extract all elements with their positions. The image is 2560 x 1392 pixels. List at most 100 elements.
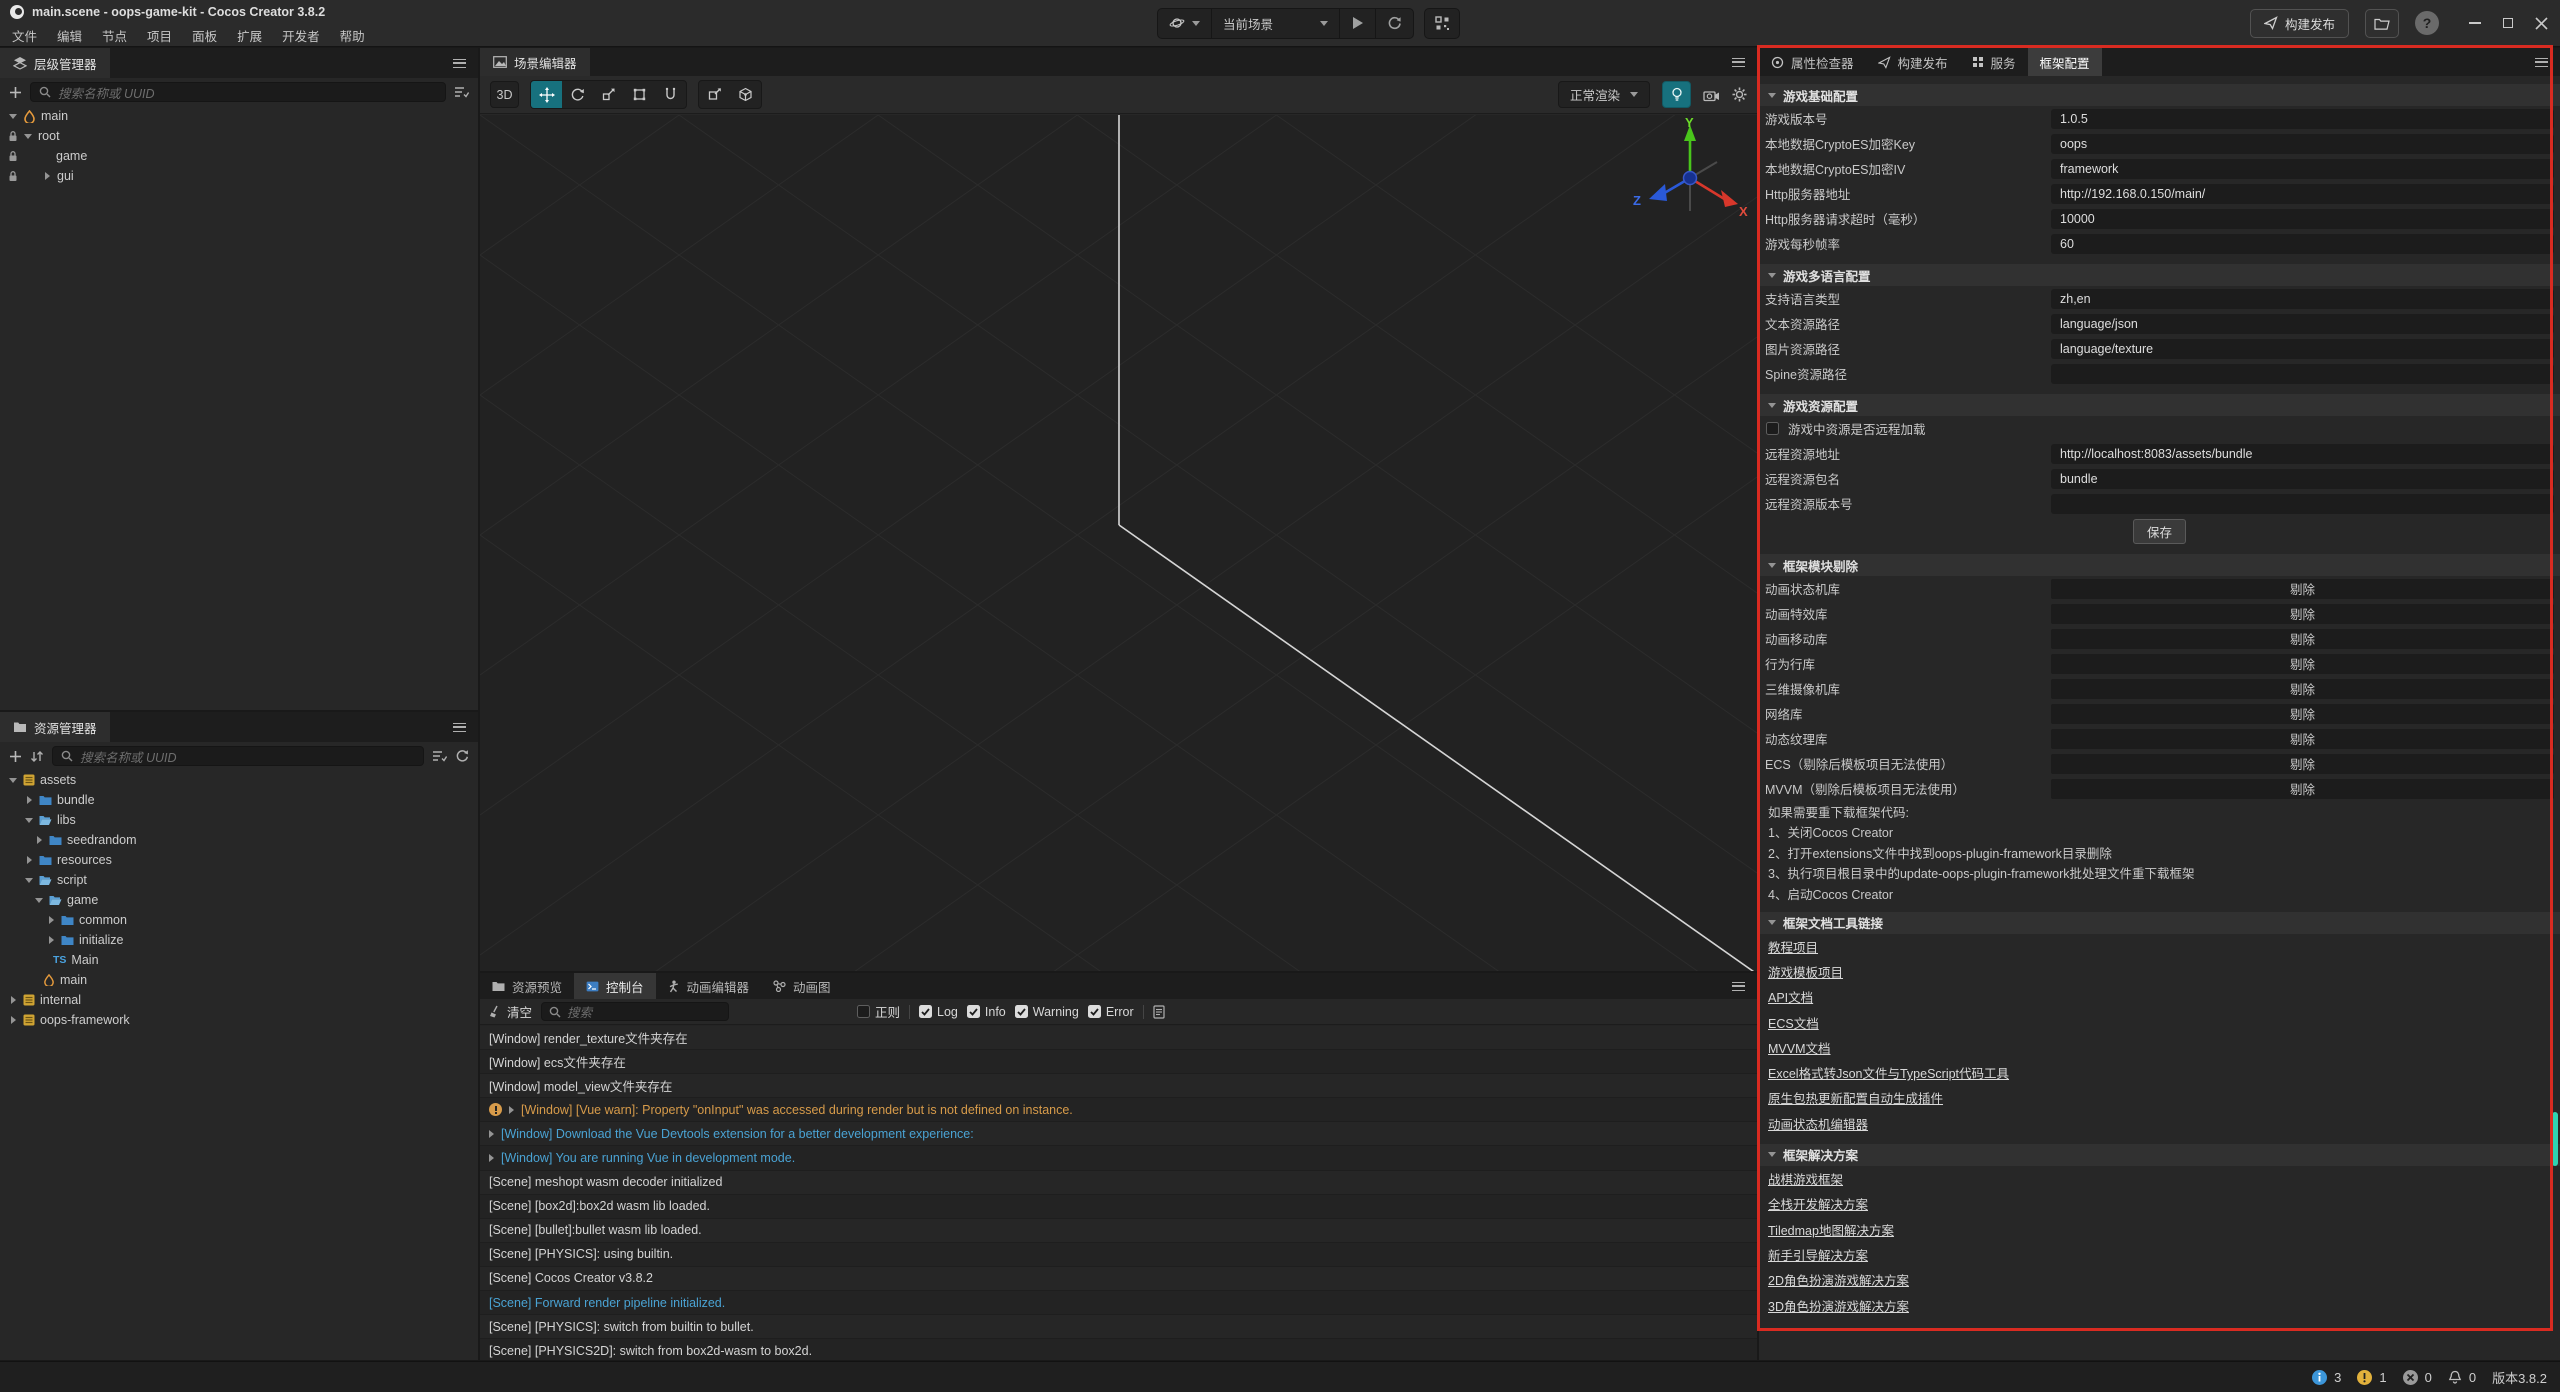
trim-button[interactable]: 剔除	[2051, 754, 2554, 774]
log-row[interactable]: [Scene] [PHYSICS]: switch from builtin t…	[480, 1315, 1757, 1339]
link-mvvm-docs[interactable]: MVVM文档	[1759, 1035, 2560, 1060]
scene-menu-icon[interactable]	[1732, 58, 1745, 67]
link-guide-solution[interactable]: 新手引导解决方案	[1759, 1242, 2560, 1267]
console-log-list[interactable]: [Window] render_texture文件夹存在 [Window] ec…	[480, 1026, 1757, 1360]
menu-panel[interactable]: 面板	[182, 26, 227, 45]
hierarchy-search-input[interactable]: 搜索名称或 UUID	[30, 82, 446, 102]
hierarchy-tab[interactable]: 层级管理器	[0, 48, 110, 78]
assets-tab[interactable]: 资源管理器	[0, 712, 110, 742]
hierarchy-node-game[interactable]: game	[0, 146, 478, 166]
info-log-row[interactable]: [Window] Download the Vue Devtools exten…	[480, 1122, 1757, 1146]
section-language-config[interactable]: 游戏多语言配置	[1759, 264, 2560, 286]
link-tiledmap-solution[interactable]: Tiledmap地图解决方案	[1759, 1216, 2560, 1241]
tab-framework-config[interactable]: 框架配置	[2028, 48, 2102, 76]
log-row[interactable]: [Scene] [PHYSICS2D]: switch from box2d-w…	[480, 1339, 1757, 1360]
trim-button[interactable]: 剔除	[2051, 704, 2554, 724]
error-count-icon[interactable]	[2403, 1370, 2418, 1385]
hierarchy-menu-icon[interactable]	[453, 59, 466, 68]
log-row[interactable]: [Scene] [box2d]:box2d wasm lib loaded.	[480, 1195, 1757, 1219]
menu-edit[interactable]: 编辑	[47, 26, 92, 45]
asset-row-initialize[interactable]: initialize	[0, 930, 478, 950]
filter-log-checkbox[interactable]: Log	[919, 1005, 958, 1019]
filter-icon[interactable]	[454, 86, 469, 98]
assets-menu-icon[interactable]	[453, 723, 466, 732]
scene-editor-tab[interactable]: 场景编辑器	[480, 48, 590, 76]
trim-button[interactable]: 剔除	[2051, 629, 2554, 649]
log-file-icon[interactable]	[1153, 1005, 1165, 1019]
scale-tool-button[interactable]	[593, 81, 624, 108]
asset-row-seedrandom[interactable]: seedrandom	[0, 830, 478, 850]
asset-row-resources[interactable]: resources	[0, 850, 478, 870]
link-ecs-docs[interactable]: ECS文档	[1759, 1009, 2560, 1034]
info-log-row[interactable]: [Scene] Forward render pipeline initiali…	[480, 1291, 1757, 1315]
http-server-input[interactable]: http://192.168.0.150/main/	[2051, 184, 2554, 204]
remote-url-input[interactable]: http://localhost:8083/assets/bundle	[2051, 444, 2554, 464]
axis-gizmo[interactable]: Y X Z	[1625, 115, 1755, 245]
link-api-docs[interactable]: API文档	[1759, 984, 2560, 1009]
regex-checkbox[interactable]: 正则	[857, 1002, 900, 1021]
remote-version-input[interactable]	[2051, 494, 2554, 514]
coordinate-space-button[interactable]	[730, 81, 761, 108]
toggle-2d-3d-button[interactable]: 3D	[490, 81, 519, 108]
filter-icon[interactable]	[432, 750, 447, 762]
section-resource-config[interactable]: 游戏资源配置	[1759, 394, 2560, 416]
filter-error-checkbox[interactable]: Error	[1088, 1005, 1134, 1019]
crypto-key-input[interactable]: oops	[2051, 134, 2554, 154]
section-game-base-config[interactable]: 游戏基础配置	[1759, 84, 2560, 106]
link-tutorial-project[interactable]: 教程项目	[1759, 934, 2560, 959]
asset-row-main-scene[interactable]: main	[0, 970, 478, 990]
lighting-toggle-button[interactable]	[1662, 81, 1691, 108]
asset-row-script[interactable]: script	[0, 870, 478, 890]
link-hotupdate-plugin[interactable]: 原生包热更新配置自动生成插件	[1759, 1085, 2560, 1110]
minimize-button[interactable]	[2469, 22, 2481, 24]
gear-icon[interactable]	[1732, 87, 1747, 102]
link-fullstack-solution[interactable]: 全栈开发解决方案	[1759, 1191, 2560, 1216]
move-tool-button[interactable]	[531, 81, 562, 108]
scene-select-dropdown[interactable]: 当前场景	[1212, 9, 1340, 38]
expand-chevron-icon[interactable]	[489, 1154, 494, 1162]
expand-chevron-icon[interactable]	[509, 1106, 514, 1114]
asset-row-common[interactable]: common	[0, 910, 478, 930]
log-row[interactable]: [Window] render_texture文件夹存在	[480, 1026, 1757, 1050]
inspector-menu-icon[interactable]	[2535, 58, 2548, 67]
scrollbar-thumb[interactable]	[2552, 1112, 2558, 1166]
http-timeout-input[interactable]: 10000	[2051, 209, 2554, 229]
trim-button[interactable]: 剔除	[2051, 729, 2554, 749]
filter-warning-checkbox[interactable]: Warning	[1015, 1005, 1079, 1019]
pivot-toggle-button[interactable]	[699, 81, 730, 108]
tab-services[interactable]: 服务	[1960, 48, 2028, 76]
help-button[interactable]: ?	[2415, 11, 2439, 35]
asset-row-internal[interactable]: internal	[0, 990, 478, 1010]
menu-developer[interactable]: 开发者	[272, 26, 330, 45]
hierarchy-node-root[interactable]: root	[0, 126, 478, 146]
rotate-tool-button[interactable]	[562, 81, 593, 108]
menu-extension[interactable]: 扩展	[227, 26, 272, 45]
menu-project[interactable]: 项目	[137, 26, 182, 45]
trim-button[interactable]: 剔除	[2051, 779, 2554, 799]
remote-bundle-input[interactable]: bundle	[2051, 469, 2554, 489]
create-asset-button[interactable]	[9, 750, 22, 763]
fps-input[interactable]: 60	[2051, 234, 2554, 254]
gizmo-tool-button[interactable]	[655, 81, 686, 108]
trim-button[interactable]: 剔除	[2051, 654, 2554, 674]
console-search-input[interactable]: 搜索	[541, 1002, 729, 1021]
refresh-icon[interactable]	[455, 749, 469, 763]
console-menu-icon[interactable]	[1732, 982, 1745, 991]
build-publish-button[interactable]: 构建发布	[2250, 9, 2349, 38]
info-count-icon[interactable]	[2312, 1370, 2327, 1385]
expand-chevron-icon[interactable]	[489, 1130, 494, 1138]
bell-icon[interactable]	[2448, 1370, 2462, 1385]
log-row[interactable]: [Scene] [PHYSICS]: using builtin.	[480, 1243, 1757, 1267]
section-doc-links[interactable]: 框架文档工具链接	[1759, 912, 2560, 934]
preview-qrcode-button[interactable]	[1424, 8, 1460, 39]
maximize-button[interactable]	[2503, 18, 2513, 28]
texture-path-input[interactable]: language/texture	[2051, 339, 2554, 359]
link-template-project[interactable]: 游戏模板项目	[1759, 959, 2560, 984]
warning-log-row[interactable]: [Window] [Vue warn]: Property "onInput" …	[480, 1098, 1757, 1122]
chevron-collapsed-icon[interactable]	[42, 172, 52, 180]
log-row[interactable]: [Window] ecs文件夹存在	[480, 1050, 1757, 1074]
hierarchy-node-main[interactable]: main	[0, 106, 478, 126]
tab-animation-editor[interactable]: 动画编辑器	[656, 973, 762, 999]
spine-path-input[interactable]	[2051, 364, 2554, 384]
link-3d-rpg-solution[interactable]: 3D角色扮演游戏解决方案	[1759, 1292, 2560, 1317]
